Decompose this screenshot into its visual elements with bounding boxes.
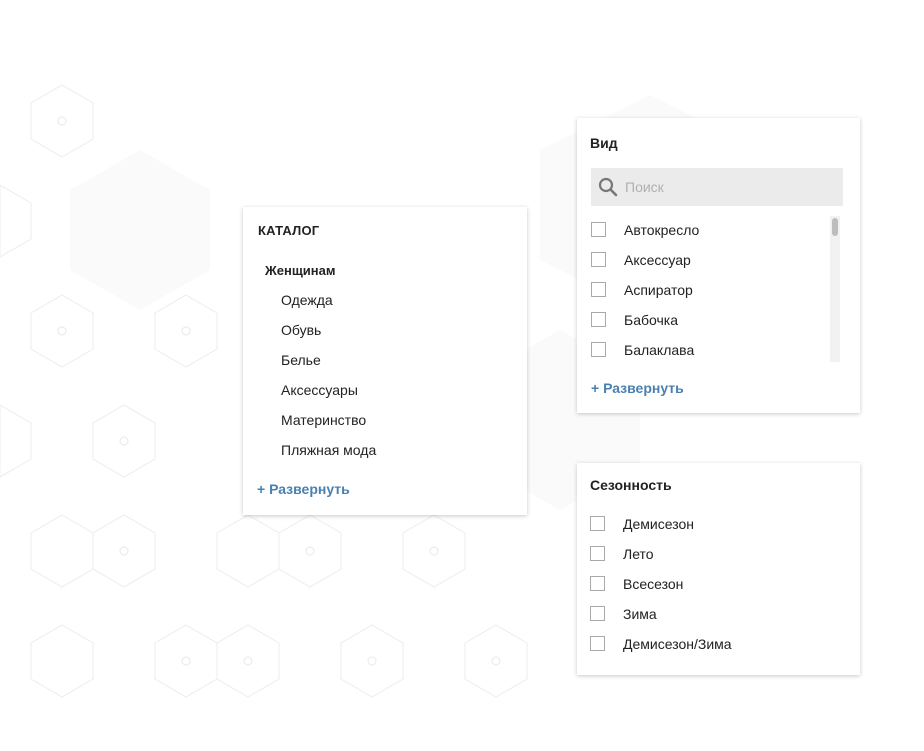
filter-option[interactable]: Лето [590,545,732,575]
filter-option[interactable]: Демисезон/Зима [590,635,732,665]
filter-option[interactable]: Зима [590,605,732,635]
filter-vid-options: Автокресло Аксессуар Аспиратор Бабочка Б… [591,221,699,371]
catalog-item-underwear[interactable]: Белье [281,351,376,381]
filter-option[interactable]: Всесезон [590,575,732,605]
checkbox[interactable] [590,576,605,591]
filter-option-label: Демисезон/Зима [623,636,732,652]
filter-vid-title: Вид [590,135,618,151]
checkbox[interactable] [591,282,606,297]
filter-option-label: Автокресло [624,222,700,238]
filter-season-options: Демисезон Лето Всесезон Зима Демисезон/З… [590,515,732,665]
filter-option-label: Всесезон [623,576,684,592]
catalog-item-clothing[interactable]: Одежда [281,291,376,321]
filter-option-label: Демисезон [623,516,694,532]
filter-option-label: Бабочка [624,312,678,328]
checkbox[interactable] [591,222,606,237]
filter-season-title: Сезонность [590,477,672,493]
search-placeholder: Поиск [625,179,664,195]
checkbox[interactable] [590,546,605,561]
checkbox[interactable] [591,342,606,357]
catalog-item-beachwear[interactable]: Пляжная мода [281,441,376,471]
filter-option[interactable]: Аспиратор [591,281,699,311]
filter-panel-season: Сезонность Демисезон Лето Всесезон Зима … [577,463,860,675]
catalog-expand-link[interactable]: + Развернуть [257,481,350,497]
filter-vid-expand-link[interactable]: + Развернуть [591,380,684,396]
filter-option[interactable]: Балаклава [591,341,699,371]
checkbox[interactable] [590,516,605,531]
catalog-item-maternity[interactable]: Материнство [281,411,376,441]
filter-panel-vid: Вид Поиск Автокресло Аксессуар Аспиратор… [577,118,860,413]
checkbox[interactable] [590,606,605,621]
search-input[interactable]: Поиск [591,168,843,206]
filter-option[interactable]: Демисезон [590,515,732,545]
filter-option[interactable]: Автокресло [591,221,699,251]
catalog-list: Одежда Обувь Белье Аксессуары Материнств… [281,291,376,471]
filter-option[interactable]: Бабочка [591,311,699,341]
filter-option[interactable]: Аксессуар [591,251,699,281]
catalog-section-women[interactable]: Женщинам [265,263,336,278]
checkbox[interactable] [591,312,606,327]
filter-option-label: Балаклава [624,342,695,358]
filter-option-label: Лето [623,546,654,562]
catalog-item-accessories[interactable]: Аксессуары [281,381,376,411]
scrollbar-thumb[interactable] [832,218,838,236]
catalog-panel: КАТАЛОГ Женщинам Одежда Обувь Белье Аксе… [243,207,527,515]
checkbox[interactable] [590,636,605,651]
search-icon [598,177,618,197]
filter-option-label: Зима [623,606,657,622]
catalog-title: КАТАЛОГ [258,223,320,238]
filter-option-label: Аспиратор [624,282,693,298]
checkbox[interactable] [591,252,606,267]
catalog-item-shoes[interactable]: Обувь [281,321,376,351]
filter-option-label: Аксессуар [624,252,691,268]
scrollbar[interactable] [830,216,840,362]
